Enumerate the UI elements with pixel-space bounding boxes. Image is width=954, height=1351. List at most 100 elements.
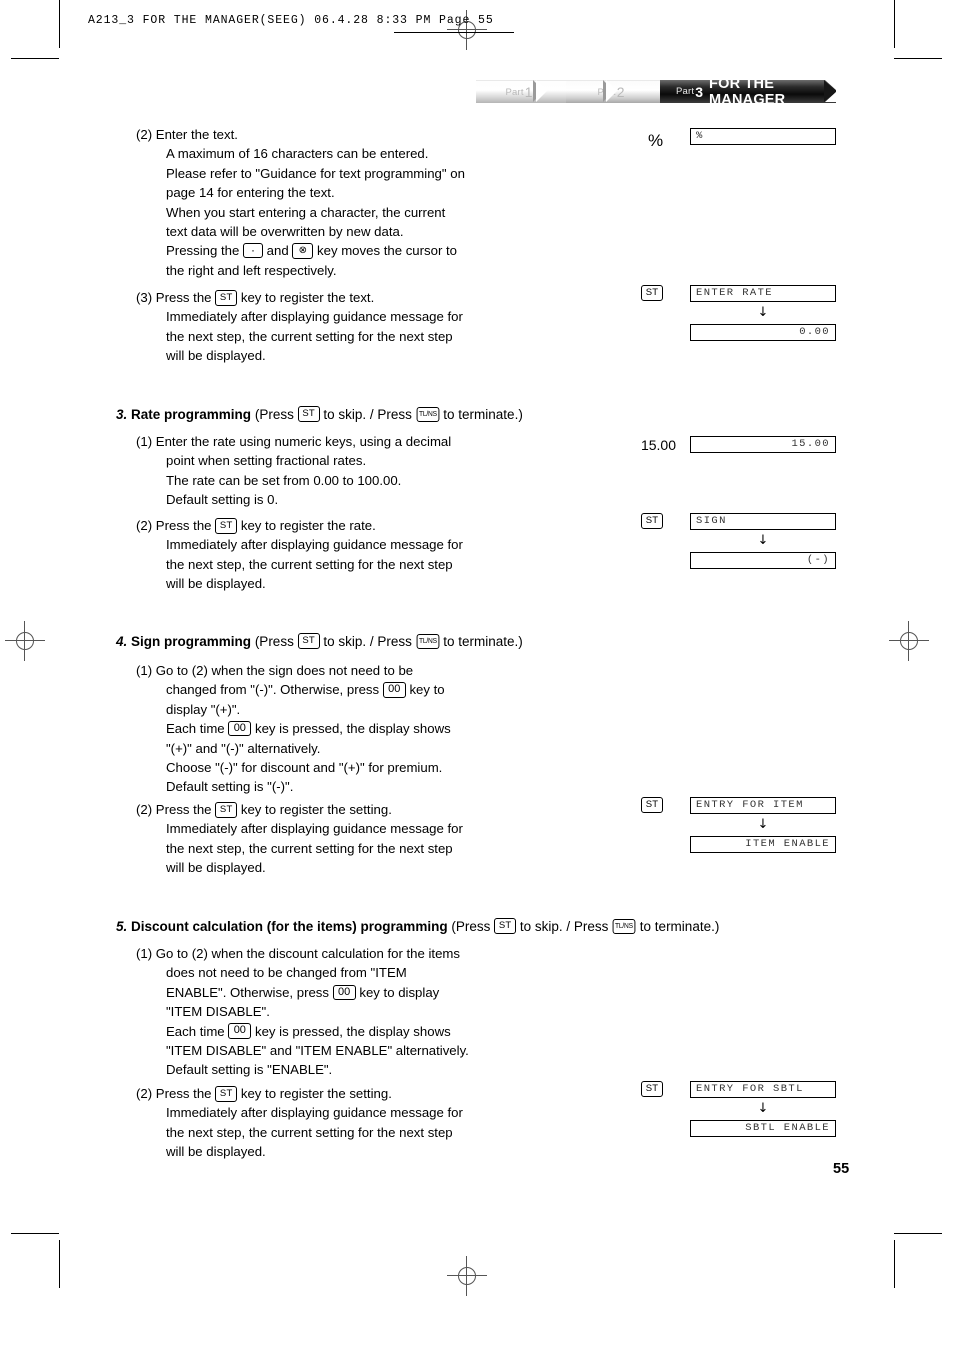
arrow-down-icon: ↓ <box>757 533 769 548</box>
st-key-icon[interactable]: ST <box>641 796 663 813</box>
step-2-marker: (2) <box>136 127 153 142</box>
section-3-item-2-line-pre: Press the <box>155 518 212 533</box>
part-tab-1[interactable]: Part 1 <box>476 80 566 103</box>
registration-mark-right <box>889 621 929 661</box>
section-5-paren-open: (Press <box>451 919 491 934</box>
step-2-first-line: (2) Enter the text. <box>136 125 606 144</box>
section-3-heading: 3. Rate programming (Press ST to skip. /… <box>116 405 523 425</box>
tlns-key-icon[interactable]: TL/NS <box>416 633 439 650</box>
banner-title: FOR THE MANAGER <box>709 75 786 108</box>
section-3-paren-open: (Press <box>254 407 294 422</box>
crop-mark-top-left-h <box>11 58 59 59</box>
step-2-key-line-pre: Pressing the <box>166 243 240 259</box>
section-3-item-2: (2) Press the ST key to register the rat… <box>136 516 606 594</box>
tlns-key-icon[interactable]: TL/NS <box>416 406 439 423</box>
lcd-entry-for-sbtl-bottom: SBTL ENABLE <box>690 1120 836 1137</box>
lcd-entry-for-sbtl-top: ENTRY FOR SBTL <box>690 1081 836 1098</box>
crop-mark-bottom-right-h <box>894 1233 942 1234</box>
tlns-key-icon[interactable]: TL/NS <box>612 918 636 935</box>
st-key-icon[interactable]: ST <box>641 512 663 529</box>
section-5-item-2-line-1: Immediately after displaying guidance me… <box>166 1105 463 1121</box>
step-2-block: (2) Enter the text. A maximum of 16 char… <box>136 125 606 280</box>
section-3-item-1-line-3: Default setting is 0. <box>166 492 279 508</box>
section-3-title: Rate programming <box>131 407 252 422</box>
part-tab-3-active[interactable]: Part 3 FOR THE MANAGER <box>660 76 836 108</box>
section-4-item-1-line-2: changed from "(-)". Otherwise, press 00 … <box>136 680 606 699</box>
section-3-item-1-first-line: (1) Enter the rate using numeric keys, u… <box>136 432 606 451</box>
st-key-icon[interactable]: ST <box>297 406 320 423</box>
part-tab-1-label: Part <box>505 86 524 98</box>
backspace-key-icon[interactable]: ⊗ <box>292 242 314 260</box>
section-4-title: Sign programming <box>131 634 252 649</box>
step-3-line-3: will be displayed. <box>166 348 266 364</box>
dot-key-icon[interactable]: · <box>242 243 263 259</box>
section-5-item-2-marker: (2) <box>136 1086 153 1101</box>
rate-value-label: 15.00 <box>640 437 676 453</box>
section-5-title: Discount calculation (for the items) pro… <box>131 919 448 934</box>
section-3-item-1-marker: (1) <box>136 434 153 449</box>
part-tab-1-number: 1 <box>524 84 533 100</box>
section-4-item-2-line-1: Immediately after displaying guidance me… <box>166 821 463 837</box>
section-4-item-2-line-3: will be displayed. <box>166 860 266 876</box>
section-4-item-1-line-3: display "(+)". <box>166 701 241 717</box>
double-zero-key-icon[interactable]: 00 <box>382 682 406 698</box>
double-zero-key-icon[interactable]: 00 <box>228 1023 252 1039</box>
step-2-line-3: page 14 for entering the text. <box>166 185 335 201</box>
section-5-item-2-line-2: the next step, the current setting for t… <box>166 1124 453 1140</box>
lcd-entry-for-item-bottom: ITEM ENABLE <box>690 836 836 853</box>
lcd-enter-rate-bottom: 0.00 <box>690 324 836 341</box>
section-4-item-1-first-line: (1) Go to (2) when the sign does not nee… <box>136 661 606 680</box>
percent-display-group: % <box>690 128 836 145</box>
section-4-item-2-line-post: key to register the setting. <box>240 802 392 817</box>
section-5-item-1-line-2: does not need to be changed from "ITEM <box>166 965 407 981</box>
st-key-icon[interactable]: ST <box>215 517 238 534</box>
step-3-marker: (3) <box>136 290 153 305</box>
part-tab-3-number: 3 <box>695 83 704 100</box>
section-5-item-1-line-7: Default setting is "ENABLE". <box>166 1062 333 1078</box>
arrow-down-icon: ↓ <box>757 817 769 832</box>
step-2-line-5: text data will be overwritten by new dat… <box>166 224 404 240</box>
st-key-icon[interactable]: ST <box>494 918 517 935</box>
st-key-icon[interactable]: ST <box>297 633 320 650</box>
st-key-icon[interactable]: ST <box>215 801 238 818</box>
st-key-icon[interactable]: ST <box>641 284 663 301</box>
section-5-item-1-first-line: (1) Go to (2) when the discount calculat… <box>136 944 606 963</box>
slug-underline <box>394 32 514 33</box>
section-5-item-1-line-3: ENABLE". Otherwise, press 00 key to disp… <box>136 983 606 1002</box>
sign-display-group: ST SIGN ↓ (-) <box>641 512 836 569</box>
st-key-icon[interactable]: ST <box>641 1080 663 1097</box>
double-zero-key-icon[interactable]: 00 <box>228 720 252 737</box>
section-5-item-2-first-line: (2) Press the ST key to register the set… <box>136 1084 606 1103</box>
page-number: 55 <box>833 1161 850 1177</box>
section-5-item-1-marker: (1) <box>136 946 153 961</box>
st-key-icon[interactable]: ST <box>215 289 238 306</box>
section-5-item-1-line-5-post: key is pressed, the display shows <box>254 1023 451 1039</box>
prepress-slug: A213_3 FOR THE MANAGER(SEEG) 06.4.28 8:3… <box>88 14 494 27</box>
sign-st-key: ST <box>641 512 663 531</box>
section-5-item-2-line-3: will be displayed. <box>166 1144 266 1160</box>
entry-for-sbtl-display-group: ST ENTRY FOR SBTL ↓ SBTL ENABLE <box>641 1080 836 1137</box>
crop-mark-bottom-left-v <box>59 1240 60 1288</box>
entry-for-sbtl-st-key: ST <box>641 1080 663 1099</box>
section-4-item-2-line-pre: Press the <box>155 802 212 817</box>
section-3-item-1-line-2: The rate can be set from 0.00 to 100.00. <box>166 472 402 488</box>
section-4-skip-text: to skip. / Press <box>323 634 412 649</box>
section-5-item-1-line-3-pre: ENABLE". Otherwise, press <box>166 984 329 1000</box>
st-key-icon[interactable]: ST <box>215 1085 238 1102</box>
banner-endcap <box>825 80 837 102</box>
section-4-number: 4. <box>116 634 128 649</box>
step-3-first-line: (3) Press the ST key to register the tex… <box>136 288 606 307</box>
section-4-item-1-line-1: Go to (2) when the sign does not need to… <box>155 663 414 678</box>
section-5-item-1-line-4: "ITEM DISABLE". <box>166 1004 270 1020</box>
percent-label: % <box>648 131 664 150</box>
part-tab-3-label: Part <box>676 86 695 97</box>
section-3-skip-text: to skip. / Press <box>323 407 412 422</box>
section-5-item-2-line-pre: Press the <box>155 1086 212 1101</box>
section-4-item-1-line-2-post: key to <box>409 682 445 698</box>
section-3-item-2-marker: (2) <box>136 518 153 533</box>
double-zero-key-icon[interactable]: 00 <box>332 984 356 1001</box>
section-5-skip-text: to skip. / Press <box>519 919 609 934</box>
section-5-item-1-line-3-post: key to display <box>359 984 440 1000</box>
banner-separator-2 <box>606 80 617 102</box>
section-4-item-1-line-4-pre: Each time <box>166 721 225 737</box>
